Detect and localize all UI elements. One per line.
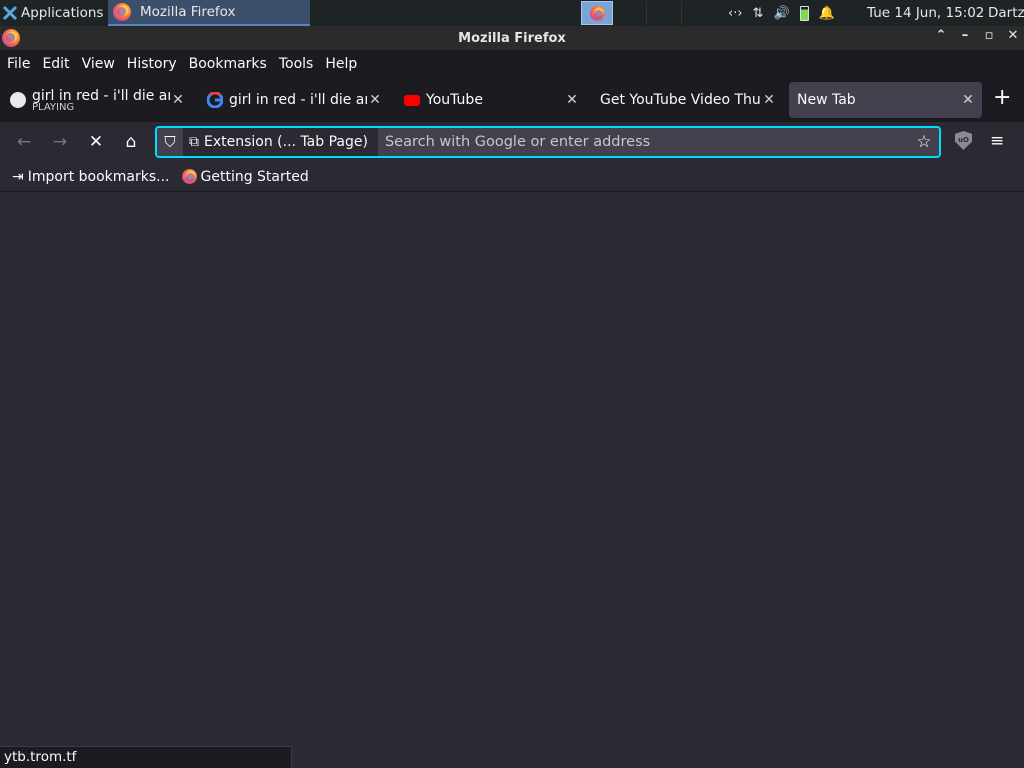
forward-arrow-icon[interactable]: → <box>50 132 70 152</box>
tab-close-icon[interactable]: ✕ <box>960 92 976 108</box>
firefox-icon <box>589 5 605 21</box>
system-tray: ‹·› ⇅ 🔊 🔔 <box>728 0 835 26</box>
firefox-icon <box>181 169 197 184</box>
stop-loading-icon[interactable]: ✕ <box>86 132 106 152</box>
youtube-icon <box>404 94 420 106</box>
workspace-4-button[interactable] <box>683 1 717 25</box>
new-tab-plus-icon[interactable]: + <box>993 85 1011 110</box>
identity-box[interactable]: ⧉ Extension (... Tab Page) <box>183 128 378 156</box>
applications-menu-button[interactable]: Applications ⋮ <box>0 0 120 26</box>
workspace-2-button[interactable] <box>613 1 647 25</box>
tab-girl-in-red-google[interactable]: girl in red - i'll die anyway ✕ <box>197 82 389 118</box>
app-menu-hamburger-icon[interactable]: ≡ <box>990 131 1004 151</box>
import-icon: ⇥ <box>12 168 24 185</box>
volume-icon[interactable]: 🔊 <box>773 6 789 21</box>
menu-bookmarks[interactable]: Bookmarks <box>189 56 267 72</box>
panel-clock[interactable]: Tue 14 Jun, 15:02 <box>867 5 984 21</box>
menu-bar: File Edit View History Bookmarks Tools H… <box>0 50 1024 78</box>
menu-history[interactable]: History <box>127 56 177 72</box>
bookmarks-toolbar: ⇥ Import bookmarks... Getting Started <box>0 162 1024 192</box>
window-maximize-button[interactable]: ▫ <box>982 28 996 43</box>
xfce-logo-icon <box>2 5 18 21</box>
tab-youtube[interactable]: YouTube ✕ <box>394 82 586 118</box>
battery-icon[interactable] <box>799 5 809 21</box>
tab-label: Get YouTube Video Thumbnail <box>600 92 761 108</box>
taskbar-firefox-label: Mozilla Firefox <box>140 4 236 20</box>
extension-puzzle-icon: ⧉ <box>189 134 199 150</box>
network-arrows-icon[interactable]: ‹·› <box>728 6 743 21</box>
audio-spinner-icon <box>10 92 26 108</box>
window-shade-button[interactable]: ⌃ <box>934 28 948 43</box>
menu-view[interactable]: View <box>82 56 115 72</box>
tab-get-youtube-thumbnail[interactable]: Get YouTube Video Thumbnail ✕ <box>591 82 783 118</box>
firefox-icon <box>113 3 131 21</box>
bookmark-star-icon[interactable]: ☆ <box>909 132 939 152</box>
page-content-area[interactable] <box>0 192 1024 746</box>
menu-file[interactable]: File <box>7 56 30 72</box>
network-updown-icon[interactable]: ⇅ <box>753 6 764 21</box>
workspace-1-button[interactable] <box>581 1 613 25</box>
tab-girl-in-red-playing[interactable]: girl in red - i'll die anyway PLAYING ✕ <box>0 82 192 118</box>
url-input[interactable] <box>377 134 909 150</box>
menu-edit[interactable]: Edit <box>42 56 69 72</box>
window-title: Mozilla Firefox <box>458 30 566 46</box>
tab-label: New Tab <box>797 92 856 108</box>
workspace-3-button[interactable] <box>648 1 682 25</box>
firefox-window-icon <box>2 29 20 47</box>
navigation-toolbar: ← → ✕ ⌂ ⛉ ⧉ Extension (... Tab Page) ☆ <box>0 122 1024 162</box>
window-titlebar[interactable]: Mozilla Firefox ⌃ – ▫ ✕ <box>0 26 1024 50</box>
google-icon <box>207 92 223 108</box>
tracking-protection-shield-icon[interactable]: ⛉ <box>157 133 183 151</box>
tab-new-tab[interactable]: New Tab ✕ <box>789 82 982 118</box>
notification-bell-icon[interactable]: 🔔 <box>819 6 835 21</box>
menu-help[interactable]: Help <box>325 56 357 72</box>
panel-user[interactable]: Dartz <box>988 5 1024 21</box>
tab-close-icon[interactable]: ✕ <box>367 92 383 108</box>
window-close-button[interactable]: ✕ <box>1006 28 1020 43</box>
bookmark-label: Import bookmarks... <box>27 168 170 185</box>
menu-tools[interactable]: Tools <box>279 56 314 72</box>
tab-close-icon[interactable]: ✕ <box>761 92 777 108</box>
identity-label: Extension (... Tab Page) <box>204 134 368 150</box>
back-arrow-icon[interactable]: ← <box>14 132 34 152</box>
window-minimize-button[interactable]: – <box>958 28 972 43</box>
home-icon[interactable]: ⌂ <box>121 132 141 152</box>
tab-label: girl in red - i'll die anyway <box>229 92 367 108</box>
tab-bar: girl in red - i'll die anyway PLAYING ✕ … <box>0 78 1024 122</box>
status-panel: ytb.trom.tf <box>0 746 292 768</box>
desktop-panel: Applications ⋮ Mozilla Firefox ‹·› ⇅ 🔊 🔔… <box>0 0 1024 26</box>
bookmark-label: Getting Started <box>200 168 309 185</box>
tab-label: YouTube <box>426 92 483 108</box>
taskbar-firefox-button[interactable]: Mozilla Firefox <box>108 0 310 26</box>
tab-close-icon[interactable]: ✕ <box>564 92 580 108</box>
bookmark-import[interactable]: ⇥ Import bookmarks... <box>12 169 170 185</box>
bookmark-getting-started[interactable]: Getting Started <box>181 168 309 185</box>
tab-close-icon[interactable]: ✕ <box>170 92 186 108</box>
address-bar[interactable]: ⛉ ⧉ Extension (... Tab Page) ☆ <box>155 126 941 158</box>
applications-label: Applications <box>21 5 104 21</box>
